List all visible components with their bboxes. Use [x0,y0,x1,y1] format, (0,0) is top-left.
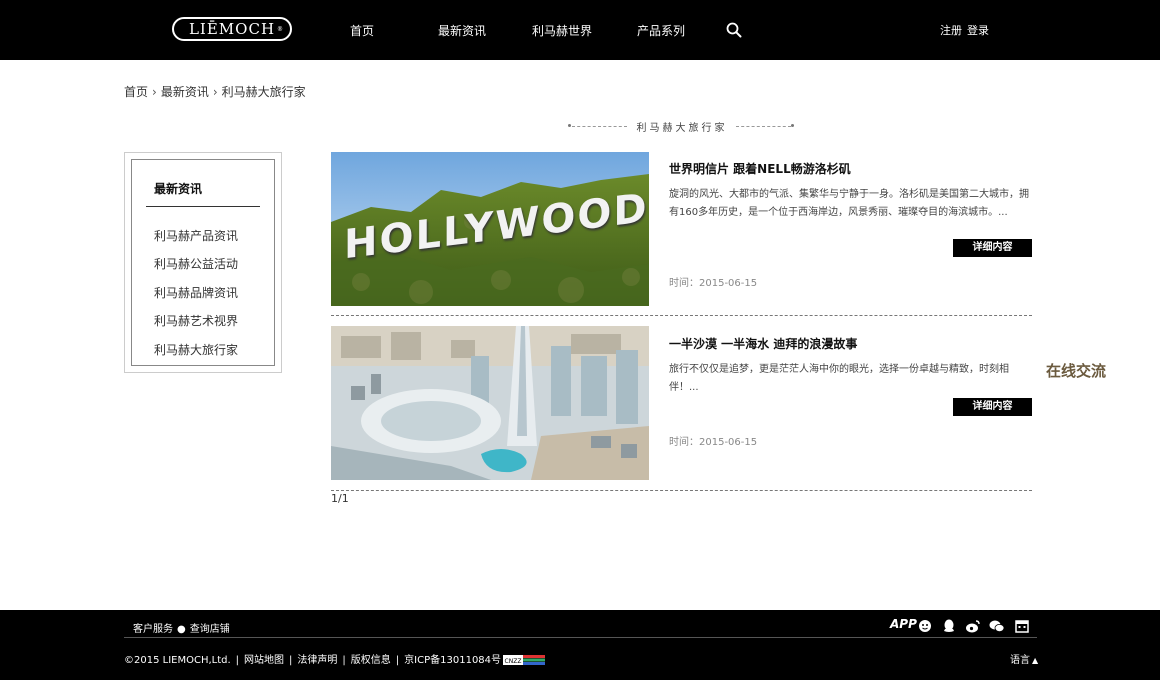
sidebar-divider [146,206,260,207]
sidebar-frame: 最新资讯 利马赫产品资讯 利马赫公益活动 利马赫品牌资讯 利马赫艺术视界 利马赫… [131,159,275,366]
qq-icon[interactable] [942,618,956,634]
article-title[interactable]: 世界明信片 跟着NELL畅游洛杉矶 [669,160,851,177]
sidebar-item-travel[interactable]: 利马赫大旅行家 [154,341,238,358]
cnzz-text: CNZZ [505,658,522,665]
article-divider [331,315,1032,316]
register-link[interactable]: 注册 [940,22,962,38]
sidebar-title: 最新资讯 [154,182,203,196]
breadcrumb: 首页 › 最新资讯 › 利马赫大旅行家 [124,83,306,100]
site-footer: 客户服务 ● 查询店铺 ©2015 LIEMOCH,Ltd. | 网站地图 | 法律声明 | 版… [0,610,1160,680]
article-date: 时间：2015-06-15 [669,278,758,289]
page-indicator: 1/1 [331,492,349,505]
login-link[interactable]: 登录 [967,22,989,38]
logo-text: LIĒMOCH [188,20,276,38]
chevron-right-icon: › [212,85,218,99]
sidebar-item-brand[interactable]: 利马赫品牌资讯 [154,284,238,301]
section-title-text: 利马赫大旅行家 [636,123,728,134]
wechat-icon[interactable] [989,618,1005,634]
site-header: LIĒMOCH ® 首页 最新资讯 利马赫世界 产品系列 注册 登录 [0,0,1160,60]
sidebar-item-charity[interactable]: 利马赫公益活动 [154,255,238,272]
category-sidebar: 最新资讯 利马赫产品资讯 利马赫公益活动 利马赫品牌资讯 利马赫艺术视界 利马赫… [124,152,282,373]
icp-link[interactable]: 京ICP备13011084号 [404,655,501,666]
decor-dot [791,124,794,127]
article-desc: 旅行不仅仅是追梦，更是茫茫人海中你的眼光，选择一份卓越与精致，时刻相伴！... [669,364,1009,393]
section-heading: 利马赫大旅行家 [568,119,794,134]
decor-line [736,126,791,127]
customer-service-link[interactable]: 客户服务 [133,624,173,635]
nav-home[interactable]: 首页 [350,22,374,39]
nav-world[interactable]: 利马赫世界 [532,22,592,39]
article-desc: 旋洞的风光、大都市的气派、集繁华与宁静于一身。洛杉矶是美国第二大城市，拥有160… [669,189,1029,218]
legal-link[interactable]: 法律声明 [297,655,337,666]
cnzz-badge[interactable]: CNZZ [503,655,546,665]
breadcrumb-home[interactable]: 首页 [124,85,148,99]
decor-dot [568,124,571,127]
breadcrumb-current: 利马赫大旅行家 [221,85,306,99]
breadcrumb-news[interactable]: 最新资讯 [161,85,209,99]
article-image-hollywood[interactable]: HOLLYWOOD [331,152,649,306]
logo-mark: ® [277,26,284,33]
footer-service-links: 客户服务 ● 查询店铺 [133,620,230,635]
article-image-dubai[interactable] [331,326,649,480]
copyright-info-link[interactable]: 版权信息 [351,655,391,666]
nav-products[interactable]: 产品系列 [637,22,685,39]
chevron-right-icon: › [152,85,157,99]
calendar-icon[interactable] [1015,618,1029,634]
search-icon[interactable] [726,22,742,38]
detail-button[interactable]: 详细内容 [953,398,1032,416]
weibo-icon[interactable] [965,618,981,634]
detail-button[interactable]: 详细内容 [953,239,1032,257]
sitemap-link[interactable]: 网站地图 [244,655,284,666]
nav-news[interactable]: 最新资讯 [438,22,486,39]
store-locator-link[interactable]: 查询店铺 [190,624,230,635]
footer-legal: ©2015 LIEMOCH,Ltd. | 网站地图 | 法律声明 | 版权信息 | 京ICP备1… [124,651,546,666]
footer-divider [124,637,1037,638]
smiley-icon[interactable] [918,618,932,634]
article-divider [331,490,1032,491]
sidebar-item-products[interactable]: 利马赫产品资讯 [154,227,238,244]
article-date: 时间：2015-06-15 [669,437,758,448]
sidebar-item-art[interactable]: 利马赫艺术视界 [154,312,238,329]
decor-line [572,126,627,127]
app-download-link[interactable]: APP [890,617,917,633]
online-chat-button[interactable]: 在线交流 [1046,360,1106,381]
copyright-text: ©2015 LIEMOCH,Ltd. [124,655,231,666]
language-label: 语言 [1010,655,1030,666]
language-selector[interactable]: 语言 ▲ [1010,651,1038,666]
brand-logo[interactable]: LIĒMOCH ® [172,17,292,41]
article-title[interactable]: 一半沙漠 一半海水 迪拜的浪漫故事 [669,335,857,352]
caret-up-icon: ▲ [1032,656,1039,665]
bullet-icon: ● [177,624,186,635]
